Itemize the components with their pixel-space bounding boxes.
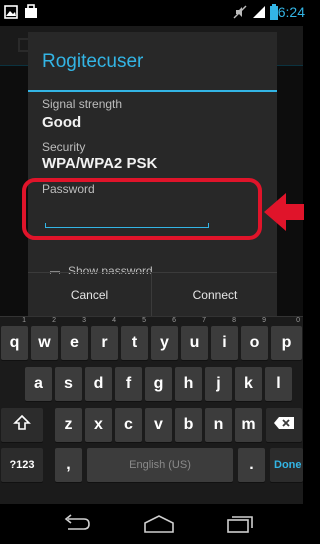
- key-u[interactable]: u7: [181, 317, 208, 360]
- key-j[interactable]: j: [205, 367, 232, 401]
- security-label: Security: [42, 140, 86, 154]
- key-h[interactable]: h: [175, 367, 202, 401]
- shift-key[interactable]: [1, 408, 43, 442]
- key-q[interactable]: q1: [1, 317, 28, 360]
- key-n[interactable]: n: [205, 408, 232, 442]
- key-y[interactable]: y6: [151, 317, 178, 360]
- key-k[interactable]: k: [235, 367, 262, 401]
- shift-icon: [13, 414, 31, 430]
- key-s[interactable]: s: [55, 367, 82, 401]
- key-i[interactable]: i8: [211, 317, 238, 360]
- signal-icon: [253, 6, 265, 18]
- key-t[interactable]: t5: [121, 317, 148, 360]
- key-r[interactable]: r4: [91, 317, 118, 360]
- dialog-title-divider: [28, 90, 277, 92]
- comma-key[interactable]: ,: [55, 448, 82, 482]
- recent-apps-icon[interactable]: [226, 514, 254, 534]
- password-highlight-box: [22, 178, 262, 240]
- back-icon[interactable]: [62, 514, 92, 534]
- done-key[interactable]: Done: [270, 448, 303, 482]
- period-key[interactable]: .: [238, 448, 265, 482]
- image-notification-icon: [4, 5, 18, 19]
- home-icon[interactable]: [143, 514, 175, 534]
- wifi-connect-dialog: Rogitecuser Signal strength Good Securit…: [28, 32, 277, 316]
- briefcase-notification-icon: [25, 4, 37, 18]
- signal-strength-value: Good: [42, 114, 82, 131]
- space-key[interactable]: English (US): [87, 448, 233, 482]
- status-time: 6:24: [277, 4, 305, 20]
- symbols-key[interactable]: ?123: [1, 448, 43, 482]
- key-m[interactable]: m: [235, 408, 262, 442]
- delete-key[interactable]: [266, 408, 302, 442]
- red-arrow-icon: [264, 193, 304, 231]
- key-p[interactable]: p0: [271, 317, 302, 360]
- key-c[interactable]: c: [115, 408, 142, 442]
- navigation-bar: [0, 504, 303, 544]
- key-w[interactable]: w2: [31, 317, 58, 360]
- key-b[interactable]: b: [175, 408, 202, 442]
- key-g[interactable]: g: [145, 367, 172, 401]
- key-l[interactable]: l: [265, 367, 292, 401]
- key-v[interactable]: v: [145, 408, 172, 442]
- key-f[interactable]: f: [115, 367, 142, 401]
- muted-icon: [233, 5, 247, 19]
- dialog-button-bar: Cancel Connect: [28, 272, 277, 316]
- cancel-button[interactable]: Cancel: [28, 273, 152, 316]
- dialog-title: Rogitecuser: [42, 51, 144, 72]
- security-value: WPA/WPA2 PSK: [42, 155, 158, 172]
- soft-keyboard: q1 w2 e3 r4 t5 y6 u7 i8 o9 p0 a s d f g …: [0, 316, 303, 504]
- connect-button[interactable]: Connect: [153, 273, 277, 316]
- key-d[interactable]: d: [85, 367, 112, 401]
- key-e[interactable]: e3: [61, 317, 88, 360]
- keyboard-edge: [0, 316, 303, 317]
- status-bar: 6:24: [0, 0, 305, 26]
- key-z[interactable]: z: [55, 408, 82, 442]
- key-o[interactable]: o9: [241, 317, 268, 360]
- signal-strength-label: Signal strength: [42, 97, 123, 111]
- key-a[interactable]: a: [25, 367, 52, 401]
- backspace-icon: [274, 417, 294, 429]
- key-x[interactable]: x: [85, 408, 112, 442]
